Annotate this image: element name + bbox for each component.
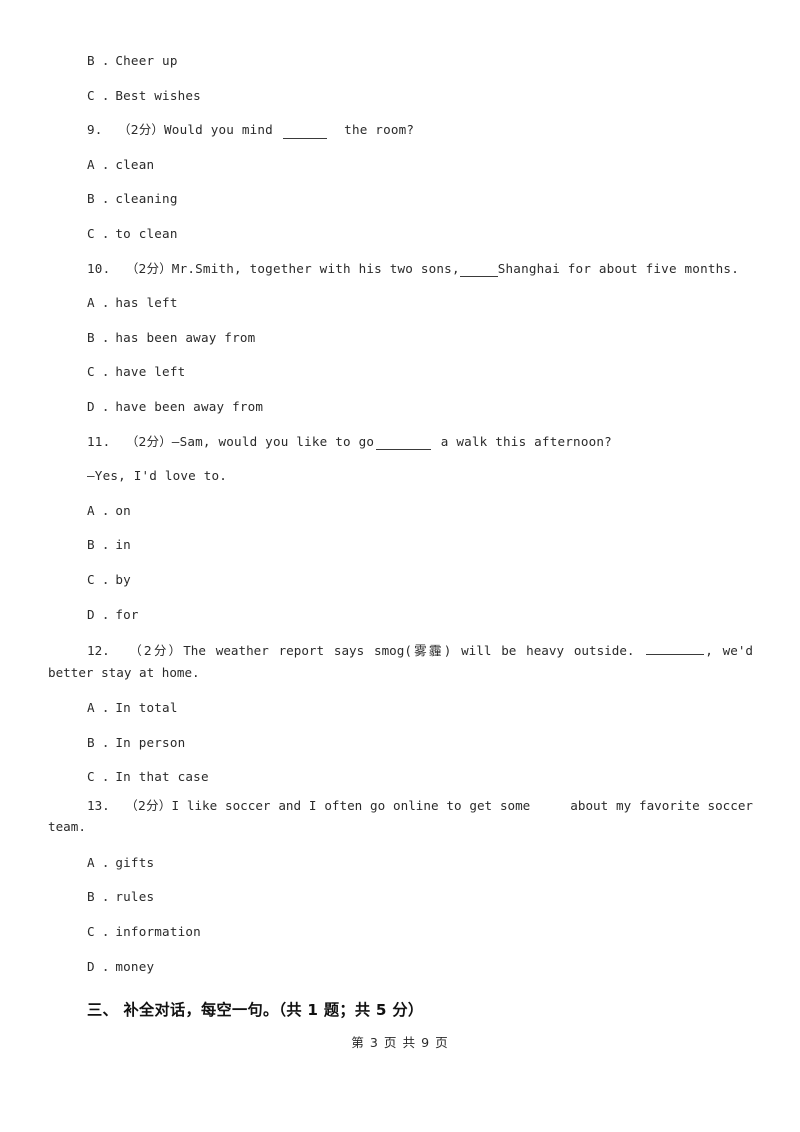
page-number-text: 第 3 页 共 9 页 — [351, 1035, 449, 1050]
list-item: A ．gifts — [87, 846, 753, 881]
question-stem-reply: —Yes, I'd love to. — [87, 459, 753, 494]
list-item: D ．money — [87, 950, 753, 985]
fill-in-blank[interactable] — [376, 434, 432, 450]
option-text: D ．for — [87, 606, 139, 622]
section-heading-text: 三、 补全对话，每空一句。（共 1 题；共 5 分） — [87, 1001, 424, 1020]
list-item: A ．has left — [87, 286, 753, 321]
list-item: A ．on — [87, 494, 753, 529]
question-number: 12. — [87, 643, 110, 659]
question-marks: （2分） — [125, 433, 172, 449]
list-item: A ．In total — [87, 691, 753, 726]
option-text: A ．has left — [87, 295, 178, 311]
question-text-after: the room? — [344, 122, 415, 138]
option-text: B ．Cheer up — [87, 53, 178, 68]
option-text: A ．clean — [87, 156, 155, 172]
question-text-before: I like soccer and I often go online to g… — [171, 797, 531, 813]
question-marks: （2分） — [129, 643, 184, 659]
option-text: C ．have left — [87, 364, 186, 380]
fill-in-blank[interactable] — [282, 122, 327, 139]
list-item: B ．has been away from — [87, 321, 753, 356]
option-text: B ．rules — [87, 889, 155, 905]
list-item: B ．in — [87, 528, 753, 563]
fill-in-blank[interactable] — [459, 261, 498, 277]
list-item: A ．clean — [87, 148, 753, 183]
question-stem: 10. （2分） Mr.Smith, together with his two… — [87, 252, 753, 287]
list-item: C ．In that case — [87, 760, 753, 795]
list-item: B ．In person — [87, 726, 753, 761]
list-item: D ．have been away from — [87, 390, 753, 425]
question-marks: （2分） — [118, 122, 165, 138]
exam-page: B ．Cheer up C ．Best wishes 9. （2分） Would… — [0, 0, 800, 1132]
option-text: B ．in — [87, 537, 131, 553]
section-heading: 三、 补全对话，每空一句。（共 1 题；共 5 分） — [87, 992, 753, 1026]
option-text: C ．Best wishes — [87, 87, 201, 103]
question-text-after: Shanghai for about five months. — [497, 260, 739, 276]
question-stem: 11. （2分） —Sam, would you like to go a wa… — [87, 425, 753, 460]
question-text-before: —Sam, would you like to go — [171, 433, 375, 449]
option-text: B ．In person — [87, 734, 186, 750]
option-text: A ．on — [87, 502, 131, 518]
option-text: A ．In total — [87, 700, 178, 716]
question-number: 11. — [87, 433, 111, 449]
list-item: C ．information — [87, 915, 753, 950]
question-text-before: Mr.Smith, together with his two sons, — [171, 260, 460, 276]
option-text: C ．information — [87, 924, 201, 940]
question-text-before: Would you mind — [164, 122, 273, 138]
list-item: B ．cleaning — [87, 182, 753, 217]
page-footer: 第 3 页 共 9 页 — [0, 1032, 800, 1051]
question-marks: （2分） — [125, 797, 172, 813]
option-text: C ．by — [87, 571, 131, 587]
list-item: C ．by — [87, 563, 753, 598]
list-item: C ．to clean — [87, 217, 753, 252]
question-text-before: The weather report says smog(雾霾) will be… — [183, 643, 645, 659]
list-item: B ．Cheer up — [87, 44, 753, 79]
list-item: D ．for — [87, 598, 753, 633]
list-item: C ．have left — [87, 355, 753, 390]
option-text: B ．cleaning — [87, 191, 178, 207]
fill-in-blank[interactable] — [645, 642, 704, 656]
question-number: 10. — [87, 260, 111, 276]
option-text: C ．to clean — [87, 225, 178, 241]
question-text-after: a walk this afternoon? — [440, 433, 612, 449]
option-text: D ．have been away from — [87, 398, 264, 414]
list-item: C ．Best wishes — [87, 79, 753, 114]
list-item: B ．rules — [87, 880, 753, 915]
question-number: 13. — [87, 797, 110, 813]
question-marks: （2分） — [125, 260, 172, 276]
dialogue-reply-text: —Yes, I'd love to. — [87, 468, 228, 484]
option-text: A ．gifts — [87, 854, 155, 870]
question-stem: 12. （2分）The weather report says smog(雾霾)… — [48, 640, 753, 683]
question-stem: 9. （2分） Would you mind the room? — [87, 113, 753, 148]
question-stem: 13. （2分）I like soccer and I often go onl… — [48, 795, 753, 838]
question-number: 9. — [87, 122, 103, 138]
option-text: B ．has been away from — [87, 329, 256, 345]
option-text: C ．In that case — [87, 769, 209, 785]
option-text: D ．money — [87, 958, 155, 974]
document-body: B ．Cheer up C ．Best wishes 9. （2分） Would… — [48, 44, 753, 1026]
